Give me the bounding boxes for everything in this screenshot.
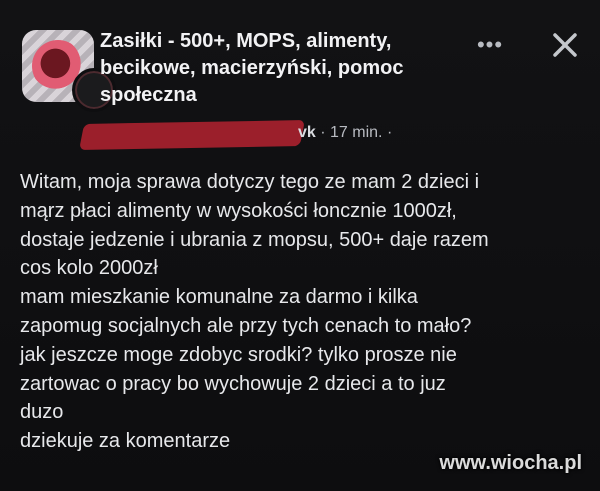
post-line: mąrz płaci alimenty w wysokości łoncznie… — [20, 199, 457, 222]
meta-separator: · — [320, 124, 326, 141]
author-name-fragment[interactable]: vk — [298, 124, 316, 141]
post-line: cos kolo 2000zł — [20, 257, 158, 280]
post-card: Zasiłki - 500+, MOPS, alimenty, becikowe… — [0, 0, 600, 491]
close-icon[interactable] — [548, 28, 582, 62]
post-line: zapomug socjalnych ale przy tych cenach … — [20, 314, 472, 337]
post-timestamp[interactable]: 17 min. — [330, 124, 382, 141]
post-line: duzo — [20, 401, 64, 424]
group-title[interactable]: Zasiłki - 500+, MOPS, alimenty, becikowe… — [100, 28, 460, 109]
post-meta-text: vk · 17 min. · — [298, 124, 392, 142]
post-header: Zasiłki - 500+, MOPS, alimenty, becikowe… — [22, 24, 582, 154]
meta-separator-trailing: · — [386, 124, 393, 141]
post-line: mam mieszkanie komunalne za darmo i kilk… — [20, 286, 418, 309]
more-options-icon[interactable]: ••• — [470, 30, 510, 60]
post-line: dostaje jedzenie i ubrania z mopsu, 500+… — [20, 228, 489, 251]
redacted-author-name — [79, 120, 305, 150]
post-line: zartowac o pracy bo wychowuje 2 dzieci a… — [20, 372, 446, 395]
post-line: jak jeszcze moge zdobyc srodki? tylko pr… — [20, 343, 457, 366]
site-watermark: www.wiocha.pl — [439, 452, 582, 474]
post-body: Witam, moja sprawa dotyczy tego ze mam 2… — [20, 168, 580, 456]
post-line: Witam, moja sprawa dotyczy tego ze mam 2… — [20, 171, 480, 193]
post-meta: vk · 17 min. · — [79, 120, 502, 150]
